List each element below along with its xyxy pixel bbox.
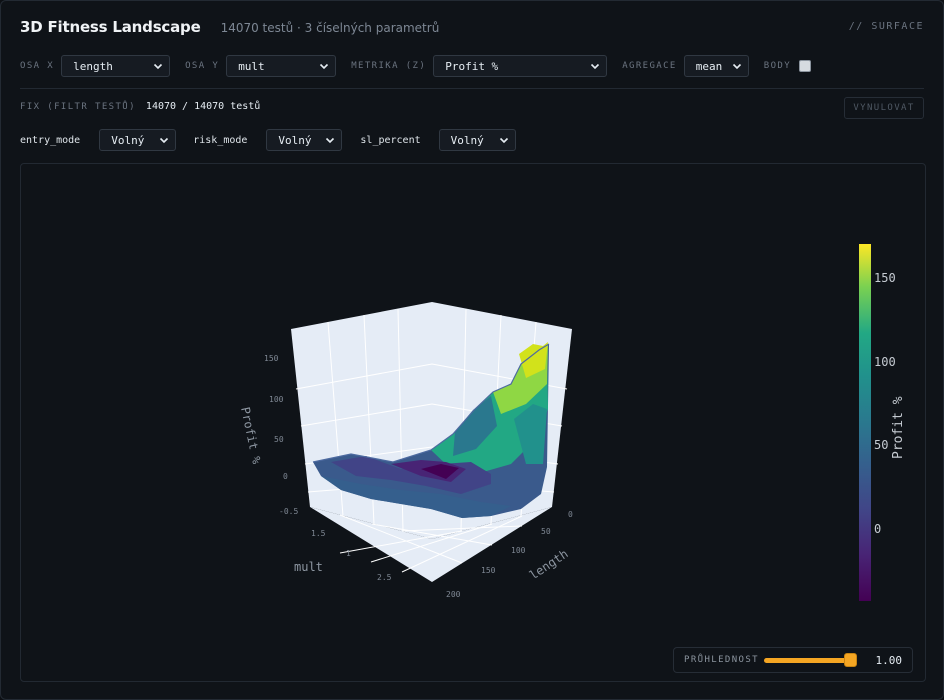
param-value: Volný	[278, 133, 312, 147]
metric-value: Profit %	[445, 59, 499, 73]
aggregation-select[interactable]: mean	[683, 55, 749, 77]
z-tick-label: 0	[283, 472, 288, 481]
chevron-down-icon	[160, 137, 169, 144]
chevron-down-icon	[591, 63, 600, 70]
z-tick-label: 150	[264, 354, 279, 363]
surface-plot[interactable]: 150 100 50 0 0 50 100 150 200 -0.5 1.5 1…	[20, 163, 926, 682]
axis-x-value: length	[73, 59, 113, 73]
opacity-label: PRŮHLEDNOST	[684, 655, 760, 665]
x-tick-label: 150	[481, 566, 496, 575]
param-label: sl_percent	[360, 134, 421, 146]
metric-label: METRIKA (Z)	[351, 61, 427, 71]
axis-y-value: mult	[238, 59, 265, 73]
axis-y-select[interactable]: mult	[226, 55, 337, 77]
metric-select[interactable]: Profit %	[433, 55, 608, 77]
y-tick-label: 2.5	[377, 573, 392, 582]
reset-button[interactable]: VYNULOVAT	[844, 97, 924, 119]
param-label: entry_mode	[20, 134, 81, 146]
fitness-panel: 3D Fitness Landscape 14070 testů · 3 čís…	[0, 0, 944, 700]
opacity-control: PRŮHLEDNOST 1.00	[673, 647, 913, 673]
colorbar	[859, 244, 871, 601]
page-title: 3D Fitness Landscape	[20, 18, 201, 36]
colorbar-tick: 100	[874, 355, 896, 369]
param-select-sl-percent[interactable]: Volný	[438, 129, 516, 151]
opacity-value: 1.00	[875, 654, 903, 667]
chevron-down-icon	[154, 63, 163, 70]
opacity-slider-track[interactable]	[764, 658, 854, 663]
x-tick-label: 200	[446, 590, 461, 599]
points-checkbox[interactable]	[799, 60, 812, 72]
divider	[20, 88, 924, 89]
axis-controls: OSA X length OSA Y mult METRIKA (Z) Prof…	[20, 54, 812, 78]
colorbar-tick: 50	[874, 438, 888, 452]
param-label: risk_mode	[193, 134, 248, 146]
colorbar-title: Profit %	[891, 396, 906, 459]
page-subtitle: 14070 testů · 3 číselných parametrů	[220, 21, 440, 35]
y-axis-title: mult	[294, 560, 323, 574]
x-tick-label: 0	[568, 510, 573, 519]
axis-x-select[interactable]: length	[61, 55, 171, 77]
filter-label: FIX (FILTR TESTŮ)	[20, 101, 136, 112]
filter-count: 14070 / 14070 testů	[145, 101, 261, 112]
chevron-down-icon	[732, 63, 741, 70]
y-tick-label: 1.5	[311, 529, 326, 538]
y-tick-label: 1	[346, 549, 351, 558]
z-tick-label: 100	[269, 395, 284, 404]
opacity-slider-thumb[interactable]	[844, 653, 857, 667]
chevron-down-icon	[320, 63, 329, 70]
filter-params: entry_mode Volný risk_mode Volný sl_perc…	[20, 129, 516, 151]
x-axis-title: length	[527, 547, 571, 583]
y-tick-label: -0.5	[279, 507, 298, 516]
colorbar-tick: 150	[874, 271, 896, 285]
surface-chart[interactable]: 150 100 50 0 0 50 100 150 200 -0.5 1.5 1…	[21, 164, 925, 681]
panel-header: 3D Fitness Landscape 14070 testů · 3 čís…	[20, 18, 439, 40]
chevron-down-icon	[326, 137, 335, 144]
z-axis-title: Profit %	[238, 406, 264, 466]
param-value: Volný	[111, 133, 145, 147]
filter-summary: FIX (FILTR TESTŮ) 14070 / 14070 testů	[20, 101, 260, 112]
param-select-risk-mode[interactable]: Volný	[266, 129, 343, 151]
chevron-down-icon	[499, 137, 508, 144]
x-tick-label: 50	[541, 527, 551, 536]
z-tick-label: 50	[274, 435, 284, 444]
aggregation-label: AGREGACE	[622, 61, 677, 71]
x-tick-label: 100	[511, 546, 526, 555]
colorbar-tick: 0	[874, 522, 881, 536]
param-value: Volný	[450, 133, 484, 147]
axis-x-label: OSA X	[20, 61, 55, 71]
surface-tag: // SURFACE	[848, 21, 924, 32]
aggregation-value: mean	[695, 59, 723, 73]
axis-y-label: OSA Y	[185, 61, 220, 71]
param-select-entry-mode[interactable]: Volný	[99, 129, 177, 151]
points-label: BODY	[763, 61, 792, 71]
